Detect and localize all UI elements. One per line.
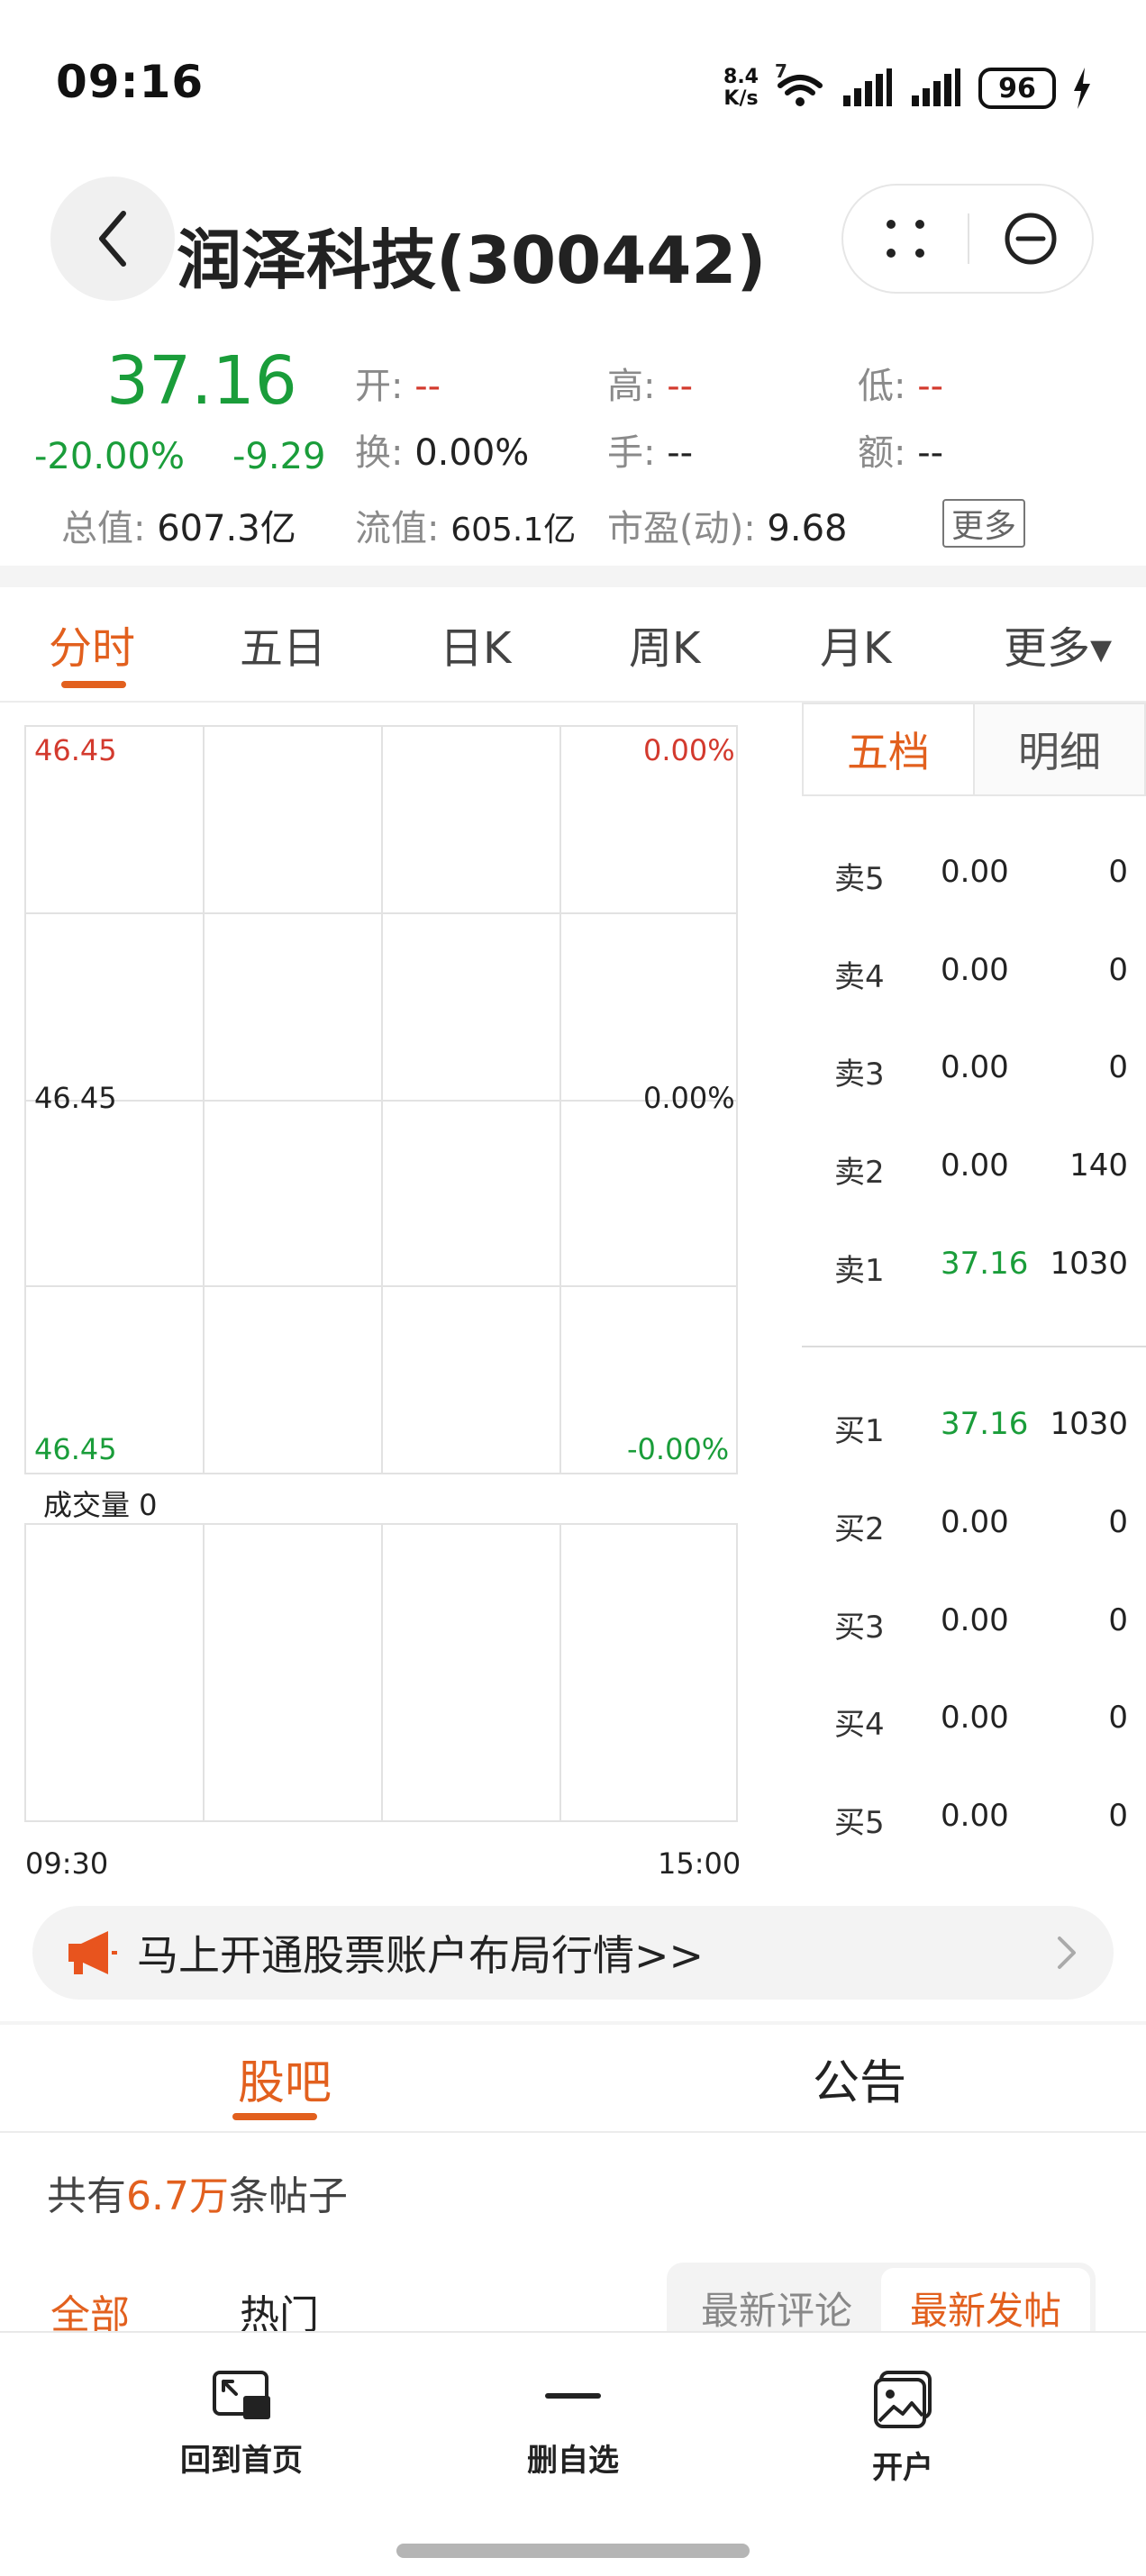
battery-icon: 96: [978, 68, 1056, 109]
mini-program-capsule: [841, 184, 1094, 294]
sell-level-4: 卖4 0.00 0: [834, 952, 1128, 995]
low-stat: 低: --: [858, 366, 944, 407]
dots-grid-icon: [887, 220, 924, 258]
sell-level-2: 卖2 0.00 140: [834, 1147, 1128, 1191]
tab-announcements[interactable]: 公告: [813, 2045, 906, 2112]
home-indicator[interactable]: [396, 2544, 750, 2558]
change-percent: -20.00%: [34, 436, 185, 477]
network-speed: 8.4 K/s: [723, 66, 759, 110]
bottom-nav: 回到首页 删自选 开户: [0, 2331, 1146, 2576]
volume-grid: [24, 1523, 738, 1822]
menu-button[interactable]: [843, 186, 968, 292]
pct-axis-bottom: -0.00%: [627, 1432, 730, 1466]
close-miniapp-button[interactable]: [969, 186, 1092, 292]
tab-weekly-k[interactable]: 周K: [629, 612, 700, 676]
minus-icon: [545, 2393, 601, 2399]
high-stat: 高: --: [607, 366, 694, 407]
volume-label: 成交量 0: [43, 1488, 158, 1522]
charging-icon: [1074, 68, 1090, 109]
sell-level-5: 卖5 0.00 0: [834, 854, 1128, 897]
price-axis-bottom: 46.45: [34, 1432, 117, 1466]
banner-text: 马上开通股票账户布局行情>>: [137, 1931, 705, 1980]
open-account-banner[interactable]: 马上开通股票账户布局行情>>: [32, 1906, 1114, 2000]
buy-level-2: 买2 0.00 0: [834, 1504, 1128, 1547]
time-end: 15:00: [658, 1846, 741, 1881]
pct-axis-mid: 0.00%: [643, 1081, 735, 1115]
pe-stat: 市盈(动): 9.68: [607, 508, 848, 549]
tab-indicator: [61, 681, 126, 688]
sell-level-3: 卖3 0.00 0: [834, 1049, 1128, 1093]
megaphone-icon: [68, 1931, 117, 1974]
section-gap-2: [0, 2021, 1146, 2025]
tab-more[interactable]: 更多▾: [1004, 612, 1112, 676]
buy-level-1: 买1 37.16 1030: [834, 1406, 1128, 1449]
price-grid: [24, 725, 738, 1474]
pct-axis-top: 0.00%: [643, 733, 735, 767]
buy-level-4: 买4 0.00 0: [834, 1700, 1128, 1743]
minus-circle-icon: [1005, 213, 1057, 265]
tab-forum[interactable]: 股吧: [238, 2045, 332, 2112]
nav-open-account[interactable]: 开户: [795, 2369, 1011, 2487]
time-start: 09:30: [25, 1846, 109, 1881]
change-value: -9.29: [232, 436, 326, 477]
current-price: 37.16: [106, 342, 297, 420]
tab-five-levels[interactable]: 五档: [804, 704, 973, 794]
back-button[interactable]: [50, 177, 175, 301]
order-book-tabs: 五档 明细: [802, 703, 1146, 796]
status-icons: 8.4 K/s 7 96: [723, 60, 1092, 113]
intraday-chart[interactable]: [0, 703, 784, 1837]
open-stat: 开: --: [355, 366, 441, 407]
chevron-left-icon: [99, 211, 126, 267]
hands-stat: 手: --: [607, 432, 694, 474]
amount-stat: 额: --: [858, 432, 944, 474]
float-cap-stat: 流值: 605.1亿: [355, 508, 577, 549]
total-cap-stat: 总值: 607.3亿: [61, 508, 296, 549]
tab-daily-k[interactable]: 日K: [440, 612, 511, 676]
section-divider: [0, 2131, 1146, 2133]
order-book-divider: [802, 1346, 1146, 1347]
turnover-stat: 换: 0.00%: [355, 432, 530, 474]
wifi-icon: 7: [775, 60, 825, 109]
tab-five-day[interactable]: 五日: [240, 612, 326, 676]
tab-details[interactable]: 明细: [973, 704, 1144, 794]
buy-level-3: 买3 0.00 0: [834, 1602, 1128, 1646]
tab-intraday[interactable]: 分时: [49, 612, 135, 676]
section-gap: [0, 566, 1146, 587]
tab-monthly-k[interactable]: 月K: [820, 612, 891, 676]
nav-home[interactable]: 回到首页: [133, 2369, 350, 2480]
nav-remove-watchlist[interactable]: 删自选: [465, 2369, 681, 2480]
status-time: 09:16: [56, 56, 205, 108]
sell-level-1: 卖1 37.16 1030: [834, 1246, 1128, 1289]
buy-level-5: 买5 0.00 0: [834, 1798, 1128, 1841]
section-tab-indicator: [232, 2113, 317, 2120]
post-count: 共有6.7万条帖子: [47, 2173, 348, 2219]
price-axis-top: 46.45: [34, 733, 117, 767]
home-return-icon: [213, 2371, 270, 2419]
signal-icon: [843, 68, 892, 106]
more-stats-button[interactable]: 更多: [942, 499, 1025, 548]
signal-icon-2: [912, 68, 960, 106]
image-icon: [874, 2371, 932, 2428]
price-axis-mid: 46.45: [34, 1081, 117, 1115]
chevron-right-icon: [1058, 1937, 1076, 1969]
page-title: 润泽科技(300442): [177, 222, 767, 298]
